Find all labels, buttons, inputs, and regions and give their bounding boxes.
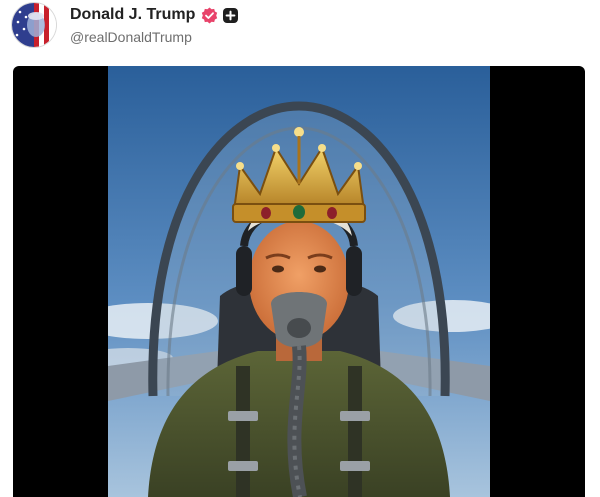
avatar[interactable] bbox=[12, 3, 56, 47]
display-name[interactable]: Donald J. Trump bbox=[70, 6, 195, 24]
plus-badge-icon bbox=[223, 7, 239, 23]
avatar-image bbox=[12, 3, 56, 47]
name-row: Donald J. Trump bbox=[70, 4, 239, 26]
post-header: Donald J. Trump @realDonaldTrump bbox=[0, 0, 600, 60]
user-handle[interactable]: @realDonaldTrump bbox=[70, 29, 192, 45]
post-media[interactable] bbox=[13, 66, 585, 497]
post-image bbox=[108, 66, 490, 497]
verified-badge-icon bbox=[201, 7, 218, 24]
